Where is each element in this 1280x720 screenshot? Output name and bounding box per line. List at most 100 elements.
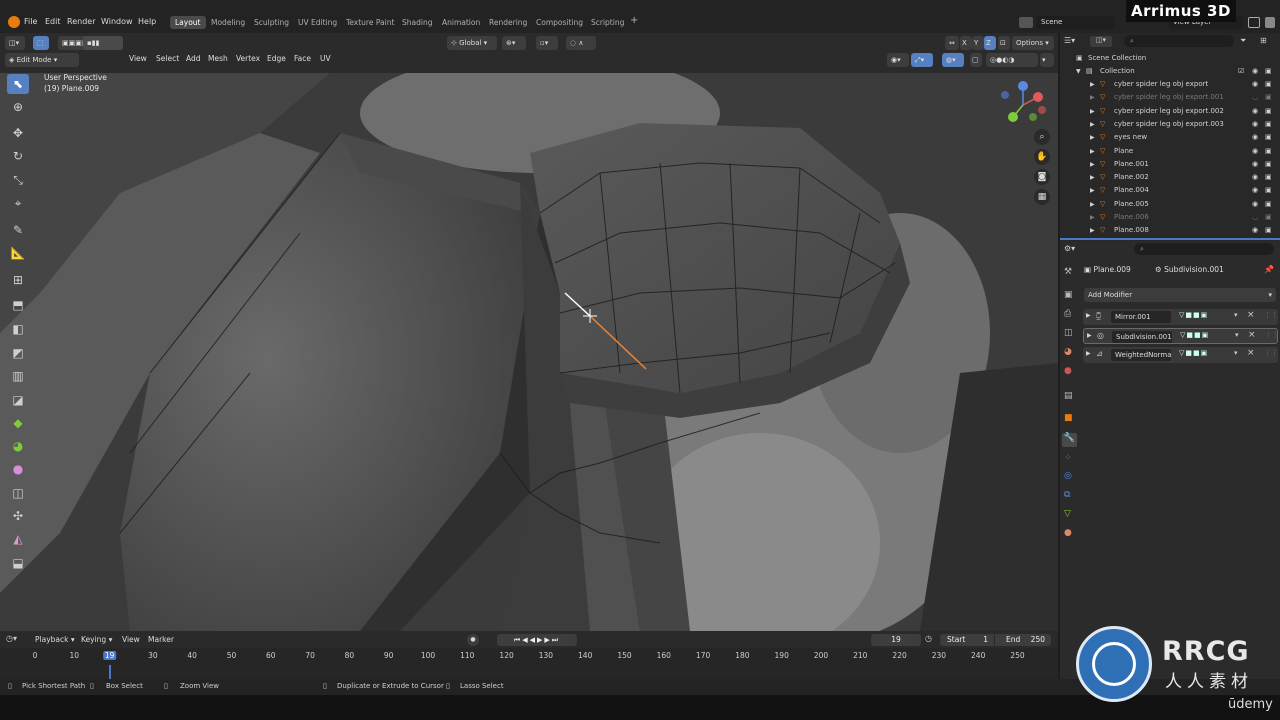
- eye-icon[interactable]: ◉: [1252, 145, 1258, 158]
- transform-orientation-dropdown[interactable]: ⊹ Global ▾: [447, 36, 497, 50]
- render-camera-icon[interactable]: ▣: [1265, 145, 1272, 158]
- auto-merge-icon[interactable]: ⊡: [998, 36, 1010, 50]
- menu-view[interactable]: View: [129, 54, 147, 63]
- mode-dropdown[interactable]: ◈ Edit Mode ▾: [5, 53, 79, 67]
- rotate-icon[interactable]: ↻: [7, 146, 29, 166]
- particles-tab-icon[interactable]: ⁘: [1064, 453, 1072, 463]
- gizmo-icon[interactable]: ⤢▾: [911, 53, 933, 67]
- data-tab-icon[interactable]: ▽: [1064, 509, 1071, 519]
- menu-render[interactable]: Render: [67, 17, 95, 26]
- axis-y-toggle[interactable]: Y: [972, 36, 984, 50]
- eye-icon[interactable]: ◉: [1252, 158, 1258, 171]
- menu-help[interactable]: Help: [138, 17, 156, 26]
- transform-icon[interactable]: ⌖: [7, 193, 29, 213]
- drag-handle-icon[interactable]: ⋮⋮: [1264, 349, 1278, 357]
- select-mode-icon[interactable]: ⬚: [33, 36, 49, 50]
- end-frame-field[interactable]: End 250: [995, 634, 1051, 646]
- outliner-item[interactable]: ▶ ▽ Plane.004 ◉ ▣: [1060, 184, 1280, 197]
- proportional-edit-icon[interactable]: ◌ ∧: [566, 36, 596, 50]
- clock-icon[interactable]: ◷: [925, 634, 932, 643]
- camera-icon[interactable]: ◙: [1034, 169, 1050, 185]
- render-camera-icon[interactable]: ▣: [1265, 131, 1272, 144]
- filter-icon[interactable]: ⏷: [1240, 36, 1254, 47]
- menu-timeline-view[interactable]: View: [122, 635, 140, 644]
- eye-icon[interactable]: ◉: [1252, 184, 1258, 197]
- eye-icon[interactable]: ◡: [1252, 211, 1258, 224]
- tab-layout[interactable]: Layout: [170, 16, 206, 29]
- blender-logo-icon[interactable]: [8, 16, 20, 28]
- expand-arrow-icon[interactable]: ▶: [1090, 158, 1095, 171]
- outliner-item[interactable]: ▶ ▽ cyber spider leg obj export.002 ◉ ▣: [1060, 105, 1280, 118]
- scene-tab-icon[interactable]: ◕: [1064, 347, 1072, 357]
- chevron-down-icon[interactable]: ▾: [1234, 311, 1238, 319]
- render-camera-icon[interactable]: ▣: [1265, 118, 1272, 131]
- object-tab-icon[interactable]: ■: [1064, 413, 1073, 423]
- start-frame-field[interactable]: Start 1: [940, 634, 994, 646]
- 3d-viewport[interactable]: User Perspective (19) Plane.009 ⌕ ✋ ◙ ▦: [0, 73, 1058, 631]
- outliner-item[interactable]: ▶ ▽ eyes new ◉ ▣: [1060, 131, 1280, 144]
- new-view-layer-icon[interactable]: [1248, 17, 1260, 28]
- playback-controls[interactable]: ⏮◀◀▶▶⏭: [497, 634, 577, 646]
- collection-row[interactable]: ▼ ▤ Collection ☑ ◉ ▣: [1060, 65, 1280, 78]
- outliner-editor-icon[interactable]: ☰▾: [1064, 36, 1080, 46]
- menu-add[interactable]: Add: [186, 54, 201, 63]
- modifier-panel[interactable]: ▶ ◎ Subdivision.001 ▽■■▣ ▾ × ⋮⋮: [1083, 328, 1279, 344]
- outliner-item[interactable]: ▶ ▽ cyber spider leg obj export.003 ◉ ▣: [1060, 118, 1280, 131]
- shading-options-icon[interactable]: ▾: [1040, 53, 1054, 67]
- close-icon[interactable]: ×: [1248, 330, 1256, 340]
- visibility-icon[interactable]: ◉▾: [887, 53, 909, 67]
- expand-arrow-icon[interactable]: ▶: [1090, 224, 1095, 237]
- add-modifier-button[interactable]: Add Modifier ▾: [1084, 288, 1276, 302]
- eye-icon[interactable]: ◉: [1252, 131, 1258, 144]
- outliner-item[interactable]: ▶ ▽ Plane.002 ◉ ▣: [1060, 171, 1280, 184]
- inset-icon[interactable]: ◧: [7, 319, 29, 339]
- render-camera-icon[interactable]: ▣: [1265, 158, 1272, 171]
- scene-selector[interactable]: Scene: [1036, 16, 1114, 29]
- scene-collection-row[interactable]: ▣ Scene Collection: [1060, 52, 1280, 65]
- drag-handle-icon[interactable]: ⋮⋮: [1264, 311, 1278, 319]
- pan-hand-icon[interactable]: ✋: [1034, 149, 1050, 165]
- expand-arrow-icon[interactable]: ▶: [1090, 171, 1095, 184]
- tab-scripting[interactable]: Scripting: [591, 18, 624, 27]
- timeline-editor-icon[interactable]: ◷▾: [6, 634, 17, 643]
- outliner-item[interactable]: ▶ ▽ cyber spider leg obj export.001 ◡ ▣: [1060, 91, 1280, 104]
- render-camera-icon[interactable]: ▣: [1265, 91, 1272, 104]
- record-icon[interactable]: ●: [467, 634, 479, 646]
- expand-arrow-icon[interactable]: ▶: [1090, 131, 1095, 144]
- tab-modeling[interactable]: Modeling: [211, 18, 245, 27]
- eye-icon[interactable]: ◉: [1252, 198, 1258, 211]
- eye-icon[interactable]: ◉: [1252, 118, 1258, 131]
- properties-editor-icon[interactable]: ⚙▾: [1064, 244, 1082, 255]
- menu-uv[interactable]: UV: [320, 54, 331, 63]
- display-mode-icon[interactable]: ◫▾: [1090, 36, 1112, 47]
- menu-face[interactable]: Face: [294, 54, 311, 63]
- menu-select[interactable]: Select: [156, 54, 179, 63]
- modifier-tab-icon[interactable]: 🔧: [1062, 433, 1077, 447]
- render-camera-icon[interactable]: ▣: [1265, 105, 1272, 118]
- bevel-icon[interactable]: ◩: [7, 343, 29, 363]
- menu-playback[interactable]: Playback ▾: [35, 635, 75, 644]
- shear-icon[interactable]: ◭: [7, 529, 29, 549]
- expand-arrow-icon[interactable]: ▶: [1090, 145, 1095, 158]
- annotate-icon[interactable]: ✎: [7, 220, 29, 240]
- expand-arrow-icon[interactable]: ▶: [1090, 91, 1095, 104]
- edge-slide-icon[interactable]: ◫: [7, 483, 29, 503]
- axis-z-toggle[interactable]: Z: [984, 36, 996, 50]
- editor-type-icon[interactable]: ◫▾: [5, 36, 25, 50]
- axis-x-toggle[interactable]: X: [960, 36, 972, 50]
- close-icon[interactable]: ×: [1247, 348, 1255, 358]
- remove-view-layer-icon[interactable]: [1265, 17, 1275, 28]
- expand-arrow-icon[interactable]: ▶: [1087, 332, 1092, 339]
- outliner-item[interactable]: ▶ ▽ Plane.001 ◉ ▣: [1060, 158, 1280, 171]
- xray-icon[interactable]: ▢: [970, 53, 982, 67]
- eye-icon[interactable]: ◉: [1252, 78, 1258, 91]
- expand-arrow-icon[interactable]: ▶: [1090, 211, 1095, 224]
- properties-search-input[interactable]: ⌕: [1134, 243, 1274, 255]
- physics-tab-icon[interactable]: ◎: [1064, 471, 1072, 481]
- tab-texture-paint[interactable]: Texture Paint: [346, 18, 394, 27]
- modifier-panel[interactable]: ▶ ⧮ Mirror.001 ▽■■▣ ▾ × ⋮⋮: [1083, 309, 1278, 325]
- material-tab-icon[interactable]: ●: [1064, 528, 1072, 538]
- menu-vertex[interactable]: Vertex: [236, 54, 260, 63]
- mirror-icon[interactable]: ⇔: [945, 36, 959, 50]
- eye-icon[interactable]: ◉: [1252, 105, 1258, 118]
